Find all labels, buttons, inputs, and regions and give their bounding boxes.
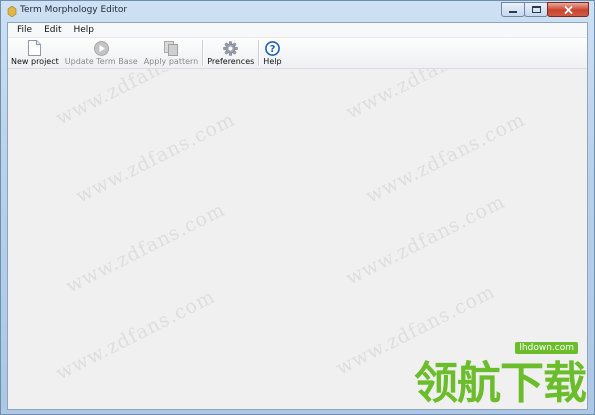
watermark: www.zdfans.com bbox=[62, 198, 229, 298]
app-window: Term Morphology Editor File Edit Help Ne… bbox=[0, 0, 595, 415]
watermark: www.zdfans.com bbox=[52, 285, 219, 385]
brand-url: lhdown.com bbox=[515, 342, 578, 354]
new-project-label: New project bbox=[11, 57, 59, 66]
maximize-button[interactable] bbox=[524, 2, 548, 17]
brand-logo: lhdown.com 领航下载 bbox=[388, 340, 588, 410]
menu-help[interactable]: Help bbox=[68, 23, 101, 37]
menu-edit[interactable]: Edit bbox=[38, 23, 67, 37]
play-icon bbox=[93, 40, 109, 56]
apply-pattern-label: Apply pattern bbox=[143, 57, 199, 66]
help-label: Help bbox=[263, 57, 282, 66]
preferences-label: Preferences bbox=[207, 57, 255, 66]
watermark: www.zdfans.com bbox=[342, 190, 509, 290]
close-button[interactable] bbox=[547, 2, 589, 17]
apply-pattern-button[interactable]: Apply pattern bbox=[142, 38, 201, 67]
toolbar: New project Update Term Base Apply patte… bbox=[8, 38, 587, 69]
copy-pages-icon bbox=[163, 40, 178, 56]
toolbar-separator bbox=[258, 40, 260, 66]
minimize-icon bbox=[509, 10, 517, 13]
update-term-base-label: Update Term Base bbox=[64, 57, 138, 66]
preferences-button[interactable]: Preferences bbox=[205, 38, 256, 67]
watermark: www.zdfans.com bbox=[362, 108, 529, 208]
new-document-icon bbox=[28, 40, 42, 56]
minimize-button[interactable] bbox=[501, 2, 525, 17]
update-term-base-button[interactable]: Update Term Base bbox=[63, 38, 140, 67]
watermark: www.zdfans.com bbox=[342, 69, 509, 124]
gear-icon bbox=[223, 40, 239, 56]
window-title: Term Morphology Editor bbox=[20, 5, 128, 15]
close-icon bbox=[563, 5, 573, 14]
app-icon bbox=[7, 6, 17, 17]
caption-buttons bbox=[501, 2, 589, 17]
watermark: www.zdfans.com bbox=[52, 69, 219, 130]
toolbar-separator bbox=[202, 40, 204, 66]
maximize-icon bbox=[531, 6, 541, 13]
menu-bar: File Edit Help bbox=[8, 23, 587, 38]
title-bar[interactable]: Term Morphology Editor bbox=[1, 1, 594, 22]
help-button[interactable]: ? Help bbox=[261, 38, 283, 67]
svg-text:?: ? bbox=[270, 44, 276, 55]
new-project-button[interactable]: New project bbox=[9, 38, 61, 67]
menu-file[interactable]: File bbox=[11, 23, 38, 37]
brand-text: 领航下载 bbox=[414, 358, 587, 409]
watermark: www.zdfans.com bbox=[72, 108, 239, 208]
question-circle-icon: ? bbox=[265, 40, 280, 56]
